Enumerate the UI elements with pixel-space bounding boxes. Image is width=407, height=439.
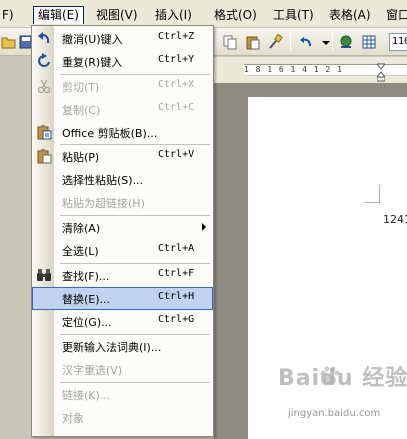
binoculars-icon: [37, 269, 51, 281]
paste-icon: [37, 149, 52, 164]
menu-item-label: 复制(C): [62, 104, 101, 117]
menu-item-label: 替换(E)...: [62, 293, 111, 306]
watermark-url: jingyan.baidu.com: [288, 408, 381, 419]
menu-item-label: 重复(R)键入: [62, 56, 123, 69]
menu-item-object[interactable]: 对象: [32, 406, 213, 429]
menu-item-redo[interactable]: 重复(R)键入 Ctrl+Y: [32, 50, 213, 73]
menu-item-office-clipboard[interactable]: Office 剪贴板(B)...: [32, 121, 213, 144]
menu-item-clear[interactable]: 清除(A): [32, 216, 213, 239]
document-text: 1241: [383, 213, 407, 226]
copy-icon[interactable]: [222, 34, 238, 50]
menu-item-label: 全选(L): [62, 245, 99, 258]
redo-icon: [38, 53, 50, 67]
menu-window[interactable]: 窗口: [382, 6, 407, 24]
paste-icon[interactable]: [245, 34, 261, 50]
menu-file[interactable]: F): [0, 6, 18, 24]
menu-item-label: 查找(F)...: [62, 270, 110, 283]
menu-item-cut[interactable]: 剪切(T) Ctrl+X: [32, 75, 213, 98]
menu-item-shortcut: Ctrl+H: [158, 291, 195, 302]
menu-item-goto[interactable]: 定位(G)... Ctrl+G: [32, 310, 213, 333]
baidu-jingyan-watermark: Baidu 经验 jingyan.baidu.com: [278, 360, 407, 430]
scissors-icon: [37, 79, 51, 94]
menu-format[interactable]: 格式(O): [210, 6, 261, 24]
menu-item-shortcut: Ctrl+F: [158, 268, 195, 279]
menu-insert[interactable]: 插入(I): [151, 6, 196, 24]
menu-item-find[interactable]: 查找(F)... Ctrl+F: [32, 264, 213, 287]
menu-item-select-all[interactable]: 全选(L) Ctrl+A: [32, 239, 213, 262]
menu-item-links[interactable]: 链接(K)...: [32, 383, 213, 406]
menu-item-label: Office 剪贴板(B)...: [62, 127, 158, 140]
menu-item-label: 定位(G)...: [62, 316, 112, 329]
menu-table[interactable]: 表格(A): [325, 6, 375, 24]
undo-icon[interactable]: [298, 34, 314, 50]
menu-item-shortcut: Ctrl+X: [158, 79, 195, 90]
menu-bar: F) 编辑(E) 视图(V) 插入(I) 格式(O) 工具(T) 表格(A) 窗…: [0, 0, 407, 28]
menu-item-label: 撤消(U)键入: [62, 33, 123, 46]
submenu-arrow-icon: [202, 223, 206, 231]
menu-item-replace[interactable]: 替换(E)... Ctrl+H: [32, 287, 213, 310]
format-painter-icon[interactable]: [267, 34, 283, 50]
menu-item-shortcut: Ctrl+C: [158, 102, 195, 113]
menu-item-copy[interactable]: 复制(C) Ctrl+C: [32, 98, 213, 121]
menu-item-shortcut: Ctrl+V: [158, 149, 195, 160]
menu-item-reconvert[interactable]: 汉字重选(V): [32, 358, 213, 381]
menu-item-paste[interactable]: 粘贴(P) Ctrl+V: [32, 145, 213, 168]
menu-item-shortcut: Ctrl+G: [158, 314, 195, 325]
menu-edit[interactable]: 编辑(E): [33, 6, 84, 24]
menu-item-shortcut: Ctrl+A: [158, 243, 195, 254]
watermark-logo-text: Baidu 经验: [278, 366, 407, 391]
menu-item-shortcut: Ctrl+Y: [158, 54, 195, 65]
clipboard-icon: [37, 125, 52, 140]
menu-item-update-ime-dictionary[interactable]: 更新输入法词典(I)...: [32, 335, 213, 358]
menu-view[interactable]: 视图(V): [92, 6, 142, 24]
hyperlink-globe-icon[interactable]: [338, 34, 354, 50]
toolbar-separator: [290, 33, 291, 51]
indent-marker-icon[interactable]: [377, 58, 385, 82]
page-margin-corner: [365, 185, 380, 203]
menu-tools[interactable]: 工具(T): [269, 6, 318, 24]
menu-item-paste-special[interactable]: 选择性粘贴(S)...: [32, 168, 213, 191]
edit-menu-dropdown: 撤消(U)键入 Ctrl+Z 重复(R)键入 Ctrl+Y 剪切(T) Ctrl…: [31, 25, 214, 437]
menu-item-undo[interactable]: 撤消(U)键入 Ctrl+Z: [32, 27, 213, 50]
menu-item-label: 粘贴(P): [62, 151, 100, 164]
open-folder-icon[interactable]: [1, 34, 17, 50]
menu-item-label: 对象: [62, 412, 84, 425]
menu-item-label: 汉字重选(V): [62, 364, 123, 377]
menu-item-label: 链接(K)...: [62, 389, 111, 402]
menu-item-label: 选择性粘贴(S)...: [62, 174, 144, 187]
menu-item-label: 剪切(T): [62, 81, 100, 94]
menu-item-paste-as-hyperlink[interactable]: 粘贴为超链接(H): [32, 191, 213, 214]
zoom-combo[interactable]: 110: [389, 33, 407, 51]
undo-icon: [38, 32, 50, 44]
toolbar-separator: [332, 33, 333, 51]
menu-item-label: 更新输入法词典(I)...: [62, 341, 162, 354]
table-icon[interactable]: [361, 34, 377, 50]
menu-item-label: 粘贴为超链接(H): [62, 197, 145, 210]
menu-item-shortcut: Ctrl+Z: [158, 31, 195, 42]
menu-item-label: 清除(A): [62, 222, 101, 235]
